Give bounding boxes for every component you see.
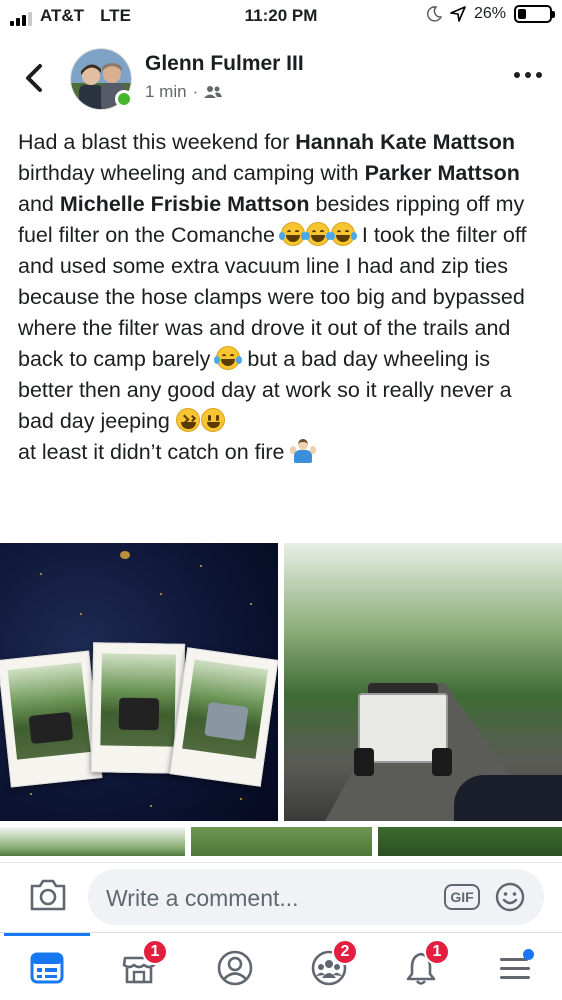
camera-button[interactable] bbox=[28, 877, 68, 913]
smiley-icon bbox=[495, 882, 525, 912]
tab-groups[interactable]: 2 bbox=[304, 939, 358, 993]
profile-icon bbox=[217, 950, 253, 986]
notifications-badge: 1 bbox=[424, 939, 450, 965]
post-text-part: and bbox=[18, 192, 60, 216]
post-text-part: birthday wheeling and camping with bbox=[18, 161, 365, 185]
post-photo[interactable] bbox=[191, 827, 372, 856]
post-text-part: Had a blast this weekend for bbox=[18, 130, 296, 154]
comment-placeholder: Write a comment... bbox=[106, 885, 299, 911]
tears-of-joy-emoji-icon bbox=[278, 222, 307, 246]
post-time[interactable]: 1 min bbox=[145, 82, 187, 102]
tagged-user-parker[interactable]: Parker Mattson bbox=[365, 161, 520, 185]
groups-badge: 2 bbox=[332, 939, 358, 965]
photo-grid bbox=[0, 543, 562, 856]
moon-icon bbox=[427, 6, 442, 22]
post-meta: 1 min · bbox=[145, 82, 223, 102]
tab-marketplace[interactable]: 1 bbox=[114, 939, 168, 993]
online-status-indicator bbox=[115, 90, 133, 108]
tagged-user-hannah[interactable]: Hannah Kate Mattson bbox=[295, 130, 515, 154]
post-header: Glenn Fulmer III 1 min · bbox=[0, 44, 562, 114]
more-options-button[interactable] bbox=[514, 72, 544, 82]
status-bar: AT&T LTE 11:20 PM 26% bbox=[0, 0, 562, 34]
battery-icon bbox=[514, 5, 555, 23]
post-photo[interactable] bbox=[0, 543, 278, 821]
post-text: Had a blast this weekend for Hannah Kate… bbox=[18, 127, 548, 468]
post-photo[interactable] bbox=[284, 543, 562, 821]
marketplace-badge: 1 bbox=[142, 939, 168, 965]
grinning-face-emoji-icon bbox=[200, 408, 225, 432]
camera-icon bbox=[30, 879, 66, 911]
chevron-left-icon bbox=[26, 64, 42, 92]
tab-profile[interactable] bbox=[210, 943, 260, 993]
tagged-user-michelle[interactable]: Michelle Frisbie Mattson bbox=[60, 192, 310, 216]
meta-separator: · bbox=[192, 82, 199, 101]
tears-of-joy-emoji-icon bbox=[328, 222, 357, 246]
bottom-tab-bar: 1 2 1 bbox=[0, 932, 562, 1000]
news-feed-icon bbox=[30, 952, 64, 984]
friends-icon bbox=[204, 86, 223, 98]
gif-button[interactable]: GIF bbox=[444, 884, 480, 910]
post-photo[interactable] bbox=[378, 827, 562, 856]
comment-bar: Write a comment... GIF bbox=[0, 862, 562, 932]
tears-of-joy-emoji-icon bbox=[214, 346, 243, 370]
tab-news-feed[interactable] bbox=[22, 943, 72, 993]
tab-menu[interactable] bbox=[490, 943, 540, 993]
tab-notifications[interactable]: 1 bbox=[396, 939, 450, 993]
author-name[interactable]: Glenn Fulmer III bbox=[145, 52, 304, 76]
emoji-picker-button[interactable] bbox=[494, 881, 526, 913]
location-arrow-icon bbox=[450, 6, 466, 22]
battery-percent: 26% bbox=[473, 5, 506, 22]
post-text-part: at least it didn’t catch on fire bbox=[18, 440, 291, 464]
tears-of-joy-emoji-icon bbox=[303, 222, 332, 246]
back-button[interactable] bbox=[22, 62, 48, 94]
menu-notification-dot bbox=[523, 949, 534, 960]
shrug-emoji-icon bbox=[290, 438, 317, 464]
active-tab-indicator bbox=[4, 933, 90, 936]
status-indicators: 26% bbox=[426, 5, 555, 23]
author-avatar[interactable] bbox=[70, 48, 133, 110]
comment-input[interactable]: Write a comment... GIF bbox=[88, 869, 544, 925]
squinting-grin-emoji-icon bbox=[175, 408, 200, 432]
post-photo[interactable] bbox=[0, 827, 185, 856]
